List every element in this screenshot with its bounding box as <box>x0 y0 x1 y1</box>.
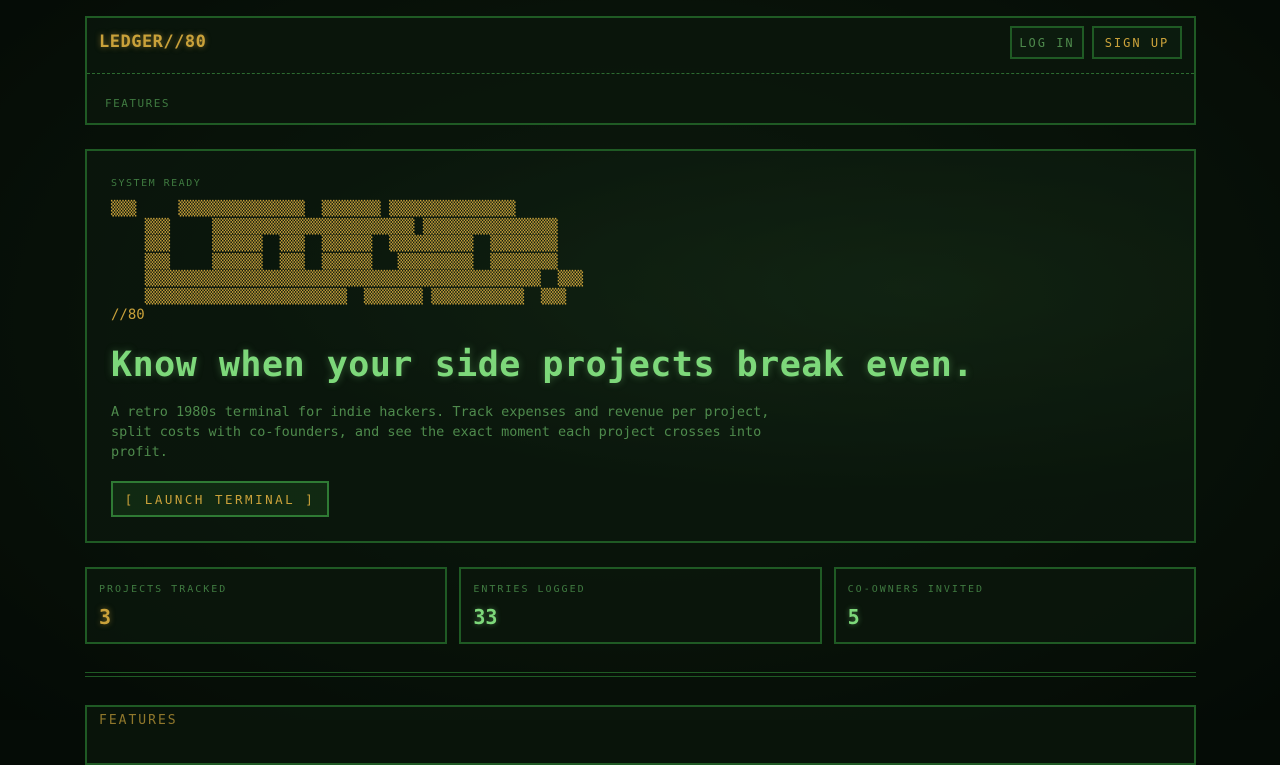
hero-headline: Know when your side projects break even. <box>111 345 974 385</box>
header-actions: LOG IN SIGN UP <box>1010 26 1182 59</box>
stat-value: 5 <box>847 605 860 629</box>
system-status: SYSTEM READY <box>111 178 202 189</box>
stat-value: 3 <box>99 605 112 629</box>
stat-card-entries: ENTRIES LOGGED 33 <box>459 567 822 644</box>
stat-label: PROJECTS TRACKED <box>99 584 228 595</box>
stat-value: 33 <box>473 605 498 629</box>
stat-label: CO-OWNERS INVITED <box>847 584 985 595</box>
page: LEDGER//80 LOG IN SIGN UP FEATURES SYSTE… <box>85 16 1196 765</box>
brand-logo[interactable]: LEDGER//80 <box>99 32 206 52</box>
stat-card-projects: PROJECTS TRACKED 3 <box>85 567 448 644</box>
ascii-logo: ▒▒▒ ▒▒▒▒▒▒▒▒▒▒▒▒▒▒▒ ▒▒▒▒▒▒▒ ▒▒▒▒▒▒▒▒▒▒▒▒… <box>111 201 584 323</box>
header-divider <box>87 73 1194 74</box>
hero-panel: SYSTEM READY ▒▒▒ ▒▒▒▒▒▒▒▒▒▒▒▒▒▒▒ ▒▒▒▒▒▒▒… <box>85 149 1196 543</box>
launch-terminal-button[interactable]: [ LAUNCH TERMINAL ] <box>111 481 329 517</box>
nav-link-features[interactable]: FEATURES <box>105 97 170 110</box>
site-header: LEDGER//80 LOG IN SIGN UP FEATURES <box>85 16 1196 125</box>
features-section-title: FEATURES <box>99 713 178 728</box>
stat-label: ENTRIES LOGGED <box>473 584 586 595</box>
stats-row: PROJECTS TRACKED 3 ENTRIES LOGGED 33 CO-… <box>85 567 1196 644</box>
features-section: FEATURES <box>85 705 1196 765</box>
login-button[interactable]: LOG IN <box>1010 26 1084 59</box>
section-divider <box>85 672 1196 677</box>
signup-button[interactable]: SIGN UP <box>1092 26 1182 59</box>
hero-description: A retro 1980s terminal for indie hackers… <box>111 404 770 460</box>
stat-card-coowners: CO-OWNERS INVITED 5 <box>833 567 1196 644</box>
